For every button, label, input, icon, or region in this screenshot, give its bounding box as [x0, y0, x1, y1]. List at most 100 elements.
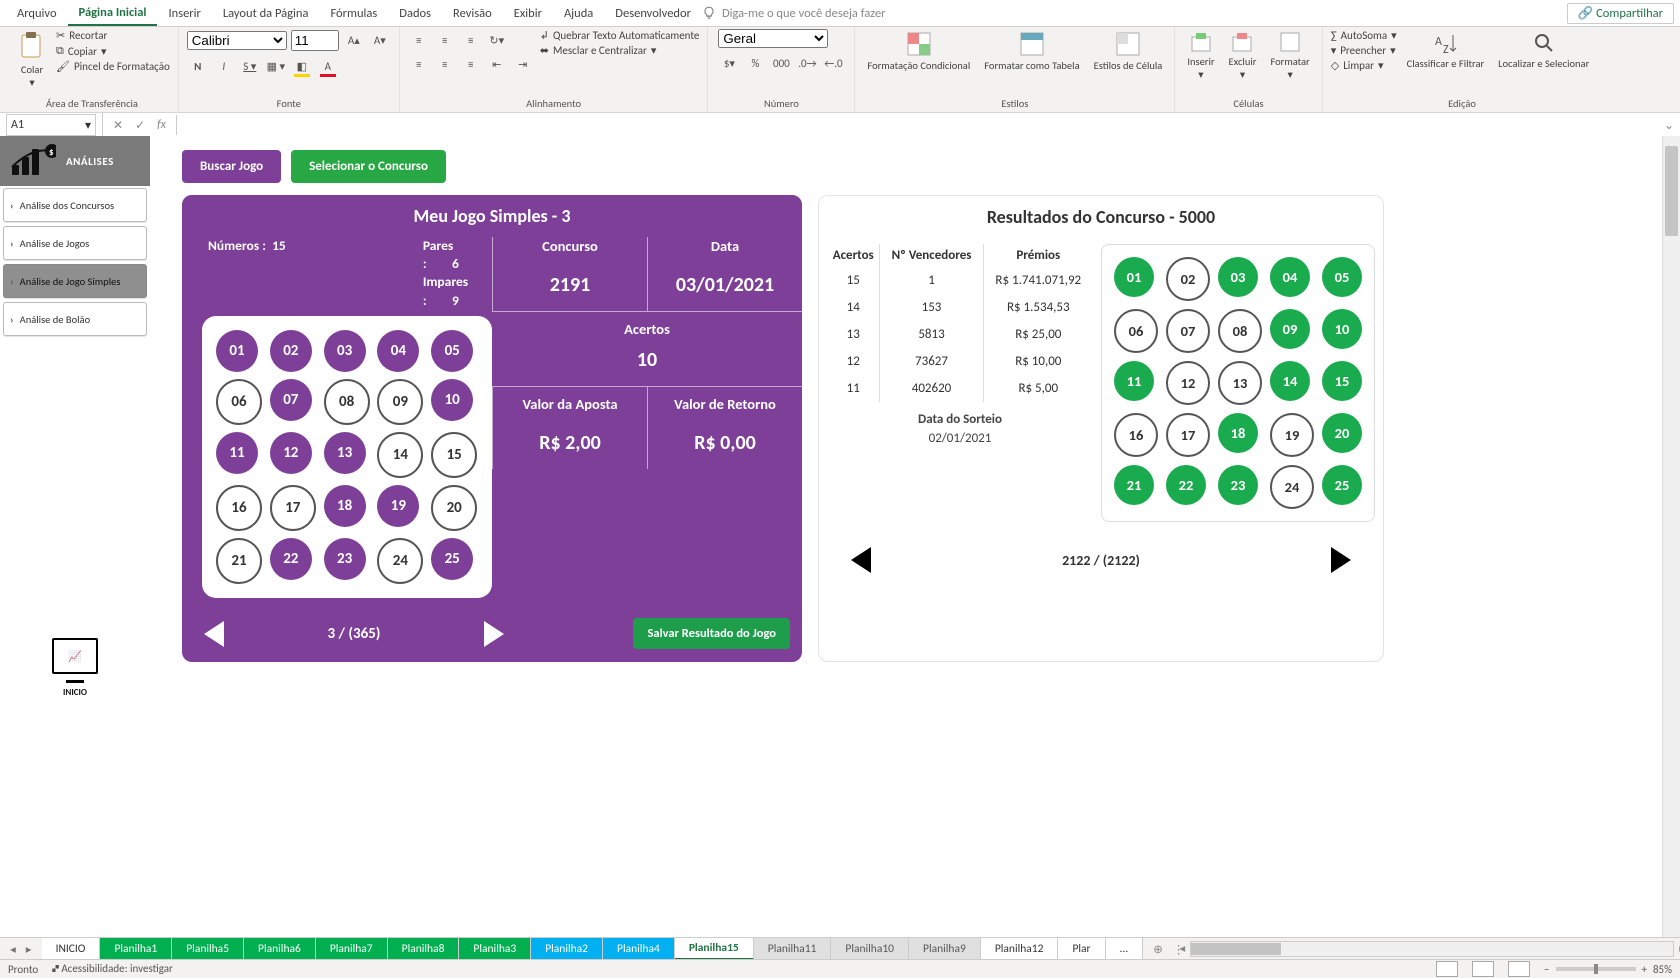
sheet-tab-planilha6[interactable]: Planilha6 [244, 938, 316, 960]
enter-icon[interactable]: ✓ [135, 118, 145, 133]
normal-view-button[interactable] [1436, 961, 1458, 977]
tell-me[interactable]: Diga-me o que você deseja fazer [702, 6, 886, 21]
sheet-tab-inicio[interactable]: INICIO [42, 938, 101, 960]
new-sheet-icon[interactable]: ⊕ [1143, 942, 1173, 957]
menu-developer[interactable]: Desenvolvedor [604, 2, 702, 25]
font-name-select[interactable]: Calibri [187, 31, 287, 50]
align-bottom-icon[interactable]: ≡ [460, 29, 482, 51]
copy-button[interactable]: ⧉ Copiar ▾ [56, 44, 170, 58]
insert-cells-button[interactable]: Inserir▾ [1183, 29, 1218, 82]
prev-concurso-button[interactable] [851, 547, 871, 573]
autosum-button[interactable]: ∑ AutoSoma ▾ [1331, 29, 1397, 42]
expand-formula-bar-icon[interactable]: ⌄ [1658, 118, 1680, 133]
orientation-icon[interactable]: ↻▾ [486, 29, 508, 51]
thousands-icon[interactable]: 000 [770, 52, 792, 74]
borders-button[interactable]: ▦ ▾ [265, 55, 287, 77]
align-top-icon[interactable]: ≡ [408, 29, 430, 51]
sheet-tab-planilha1[interactable]: Planilha1 [100, 938, 172, 960]
share-button[interactable]: 🔗 Compartilhar [1567, 3, 1674, 24]
page-break-view-button[interactable] [1508, 961, 1530, 977]
delete-cells-button[interactable]: Excluir▾ [1225, 29, 1261, 82]
sidebar-item-concursos[interactable]: ›Análise dos Concursos [3, 188, 147, 222]
prev-jogo-button[interactable] [204, 621, 224, 647]
vertical-scrollbar[interactable] [1662, 136, 1680, 938]
clear-button[interactable]: ◇ Limpar ▾ [1331, 59, 1397, 72]
align-right-icon[interactable]: ≡ [460, 53, 482, 75]
paste-button[interactable]: Colar ▾ [14, 29, 50, 90]
conditional-formatting-button[interactable]: Formatação Condicional [863, 29, 974, 73]
next-concurso-button[interactable] [1331, 547, 1351, 573]
bold-button[interactable]: N [187, 55, 209, 77]
decrease-decimal-icon[interactable]: ←.0 [822, 52, 844, 74]
sheet-tab-planilha5[interactable]: Planilha5 [172, 938, 244, 960]
inicio-button[interactable]: 📈 INICIO [0, 638, 150, 698]
sheet-tab-planilha8[interactable]: Planilha8 [388, 938, 460, 960]
cell-styles-button[interactable]: Estilos de Célula [1090, 29, 1167, 73]
sidebar-item-bolao[interactable]: ›Análise de Bolão [3, 302, 147, 336]
salvar-resultado-button[interactable]: Salvar Resultado do Jogo [633, 618, 790, 649]
cut-button[interactable]: ✂ Recortar [56, 29, 170, 42]
sheet-tab-planilha15[interactable]: Planilha15 [675, 938, 754, 960]
menu-formulas[interactable]: Fórmulas [319, 2, 388, 25]
name-box[interactable]: A1▾ [6, 114, 96, 136]
hscroll-left-icon[interactable]: ◂ [1179, 941, 1185, 956]
increase-indent-icon[interactable]: ⇥ [512, 53, 534, 75]
wrap-text-button[interactable]: ↲ Quebrar Texto Automaticamente [540, 29, 700, 42]
sheet-tab-planilha3[interactable]: Planilha3 [459, 938, 531, 960]
format-painter-button[interactable]: 🖌 Pincel de Formatação [56, 60, 170, 73]
sheet-tab-planilha11[interactable]: Planilha11 [754, 938, 832, 960]
increase-font-icon[interactable]: A▴ [343, 29, 365, 51]
format-cells-button[interactable]: Formatar▾ [1266, 29, 1313, 82]
percent-icon[interactable]: % [744, 52, 766, 74]
sheet-tab-more[interactable]: ... [1106, 938, 1144, 960]
underline-button[interactable]: S ▾ [239, 55, 261, 77]
menu-home[interactable]: Página Inicial [68, 1, 158, 26]
zoom-in-icon[interactable]: + [1642, 963, 1647, 976]
menu-file[interactable]: Arquivo [6, 2, 68, 25]
zoom-control[interactable]: − + 85% [1544, 963, 1672, 976]
number-format-select[interactable]: Geral [718, 29, 828, 48]
menu-data[interactable]: Dados [388, 2, 442, 25]
currency-icon[interactable]: $▾ [718, 52, 740, 74]
font-size-input[interactable] [291, 30, 339, 51]
menu-view[interactable]: Exibir [503, 2, 553, 25]
fill-color-button[interactable]: ◧ [291, 55, 313, 77]
font-color-button[interactable]: A [317, 55, 339, 77]
sheet-tab-planilha4[interactable]: Planilha4 [603, 938, 675, 960]
fx-icon[interactable]: fx [157, 118, 166, 132]
buscar-jogo-button[interactable]: Buscar Jogo [182, 150, 281, 183]
horizontal-scrollbar[interactable]: ◂ ▸ [1190, 941, 1674, 957]
decrease-font-icon[interactable]: A▾ [369, 29, 391, 51]
menu-layout[interactable]: Layout da Página [212, 2, 320, 25]
menu-help[interactable]: Ajuda [553, 2, 604, 25]
page-layout-view-button[interactable] [1472, 961, 1494, 977]
zoom-out-icon[interactable]: − [1544, 963, 1549, 976]
align-middle-icon[interactable]: ≡ [434, 29, 456, 51]
format-as-table-button[interactable]: Formatar como Tabela [980, 29, 1083, 73]
accessibility-status[interactable]: 🙾 Acessibilidade: investigar [52, 962, 173, 976]
zoom-slider[interactable] [1556, 967, 1636, 971]
formula-bar[interactable] [176, 115, 1658, 135]
merge-center-button[interactable]: ⬌ Mesclar e Centralizar ▾ [540, 44, 700, 57]
cancel-icon[interactable]: ✕ [113, 118, 123, 133]
sidebar-item-jogos[interactable]: ›Análise de Jogos [3, 226, 147, 260]
menu-review[interactable]: Revisão [442, 2, 503, 25]
fill-button[interactable]: ▾ Preencher ▾ [1331, 44, 1397, 57]
sheet-tab-planilha12[interactable]: Planilha12 [981, 938, 1059, 960]
sheet-tab-planilha2[interactable]: Planilha2 [531, 938, 603, 960]
menu-insert[interactable]: Inserir [157, 2, 211, 25]
next-jogo-button[interactable] [484, 621, 504, 647]
sheet-tab-plar[interactable]: Plar [1058, 938, 1105, 960]
align-left-icon[interactable]: ≡ [408, 53, 430, 75]
decrease-indent-icon[interactable]: ⇤ [486, 53, 508, 75]
find-select-button[interactable]: Localizar e Selecionar [1494, 29, 1593, 71]
sort-filter-button[interactable]: AZClassificar e Filtrar [1403, 29, 1489, 71]
selecionar-concurso-button[interactable]: Selecionar o Concurso [291, 150, 446, 183]
sheet-nav-next-icon[interactable]: ▸ [26, 942, 32, 957]
increase-decimal-icon[interactable]: .0→ [796, 52, 818, 74]
sheet-tab-planilha7[interactable]: Planilha7 [316, 938, 388, 960]
sheet-tab-planilha9[interactable]: Planilha9 [909, 938, 981, 960]
sheet-nav-prev-icon[interactable]: ◂ [10, 942, 16, 957]
sheet-tab-planilha10[interactable]: Planilha10 [831, 938, 909, 960]
sidebar-item-jogo-simples[interactable]: ›Análise de Jogo Simples [3, 264, 147, 298]
